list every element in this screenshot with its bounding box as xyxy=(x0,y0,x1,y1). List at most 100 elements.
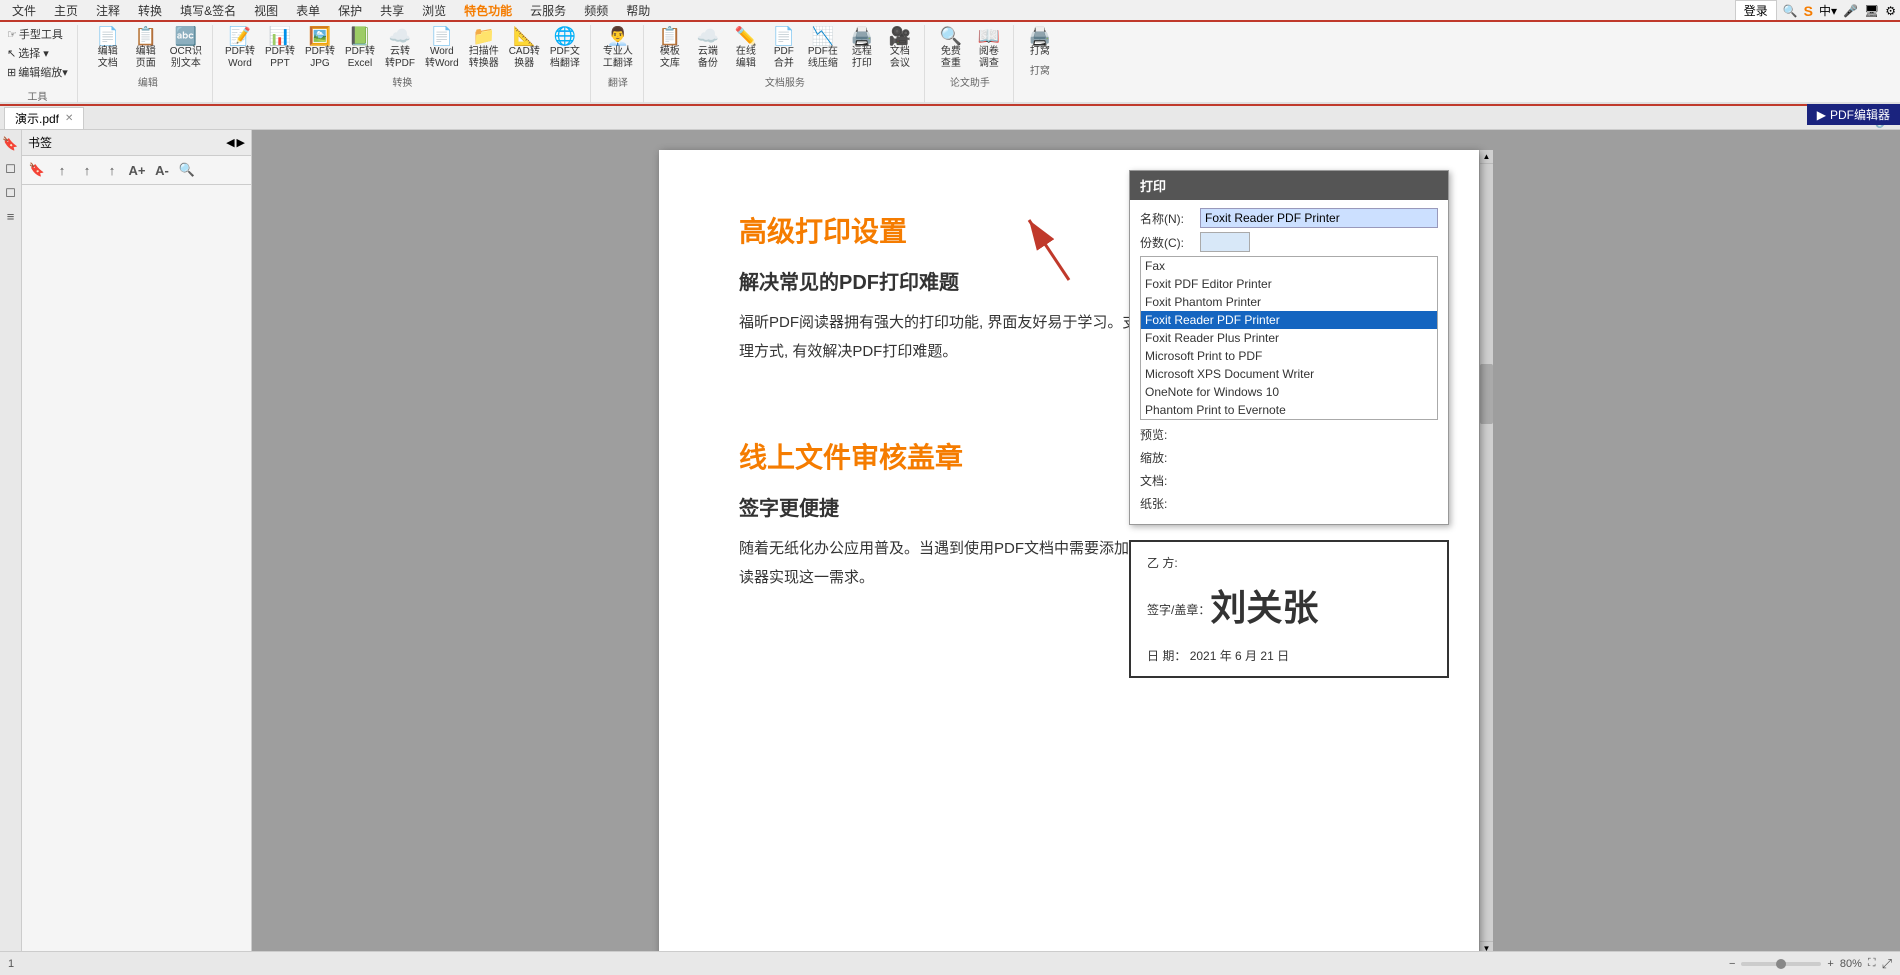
printer-option-ms-xps[interactable]: Microsoft XPS Document Writer xyxy=(1141,365,1437,383)
select-tool-label: 选择 ▾ xyxy=(18,45,49,61)
menu-share[interactable]: 共享 xyxy=(372,0,412,21)
survey-btn[interactable]: 📖 阅卷调查 xyxy=(971,25,1007,72)
pdf-to-jpg-btn[interactable]: 🖼️ PDF转JPG xyxy=(301,25,339,72)
cad-icon: 📐 xyxy=(513,27,535,45)
sidebar-content xyxy=(22,185,251,975)
printer-option-fax[interactable]: Fax xyxy=(1141,257,1437,275)
menu-view[interactable]: 视图 xyxy=(246,0,286,21)
edit-doc-btn[interactable]: 📄 编辑文档 xyxy=(90,25,126,72)
screen-icon[interactable]: 🖥 xyxy=(1864,4,1879,18)
printer-option-editor[interactable]: Foxit PDF Editor Printer xyxy=(1141,275,1437,293)
zoom-tool-btn[interactable]: ⊞ 编辑缩放▾ xyxy=(4,63,71,81)
font-decrease-btn[interactable]: A- xyxy=(151,159,173,181)
hand-tool-btn[interactable]: ☞ 手型工具 xyxy=(4,25,71,43)
print-btn[interactable]: 🖨️ 打窝 xyxy=(1022,25,1058,60)
sidebar-icon-bookmark[interactable]: 🔖 xyxy=(1,134,21,154)
bookmark-list3-btn[interactable]: ↑ xyxy=(101,159,123,181)
font-increase-btn[interactable]: A+ xyxy=(126,159,148,181)
search-icon[interactable]: 🔍 xyxy=(1783,4,1798,18)
pdf-scrollbar[interactable]: ▲ ▼ xyxy=(1479,150,1493,955)
print-name-value xyxy=(1200,208,1438,228)
ocr-btn[interactable]: 🔤 OCR识别文本 xyxy=(166,25,206,72)
pdf-to-ppt-btn[interactable]: 📊 PDF转PPT xyxy=(261,25,299,72)
menu-cloud[interactable]: 云服务 xyxy=(522,0,574,21)
print-dialog-title: 打印 xyxy=(1130,171,1448,200)
remote-print-btn[interactable]: 🖨️ 远程打印 xyxy=(844,25,880,72)
menu-file[interactable]: 文件 xyxy=(4,0,44,21)
pdf-editor-button[interactable]: ▶ PDF编辑器 xyxy=(1807,104,1900,125)
template-library-btn[interactable]: 📋 模板文库 xyxy=(652,25,688,72)
cloud-backup-btn[interactable]: ☁️ 云端备份 xyxy=(690,25,726,72)
pdf-merge-btn[interactable]: 📄 PDF合并 xyxy=(766,25,802,72)
menu-special[interactable]: 特色功能 xyxy=(456,0,520,21)
fit-icon[interactable]: ⤢ xyxy=(1882,956,1892,972)
menu-help[interactable]: 帮助 xyxy=(618,0,658,21)
pdf-to-word-btn[interactable]: 📝 PDF转Word xyxy=(221,25,259,72)
scan-converter-btn[interactable]: 📁 扫描件转换器 xyxy=(465,25,503,72)
printer-option-reader[interactable]: Foxit Reader PDF Printer xyxy=(1141,311,1437,329)
printer-option-ms-pdf[interactable]: Microsoft Print to PDF xyxy=(1141,347,1437,365)
scrollbar-thumb[interactable] xyxy=(1480,364,1493,424)
ribbon-group-edit: 📄 编辑文档 📋 编辑页面 🔤 OCR识别文本 编辑 xyxy=(84,25,213,103)
ribbon-group-paper: 🔍 免费查重 📖 阅卷调查 论文助手 xyxy=(927,25,1014,103)
human-translate-btn[interactable]: 👨‍💼 专业人工翻译 xyxy=(599,25,637,72)
pdf-jpg-icon: 🖼️ xyxy=(309,27,331,45)
bookmark-list2-btn[interactable]: ↑ xyxy=(76,159,98,181)
sidebar-prev-btn[interactable]: ◀ xyxy=(226,136,234,149)
printer-option-evernote[interactable]: Phantom Print to Evernote xyxy=(1141,401,1437,419)
sidebar-icon-2[interactable]: ◻ xyxy=(1,182,21,202)
printer-option-phantom[interactable]: Foxit Phantom Printer xyxy=(1141,293,1437,311)
doc-meeting-btn[interactable]: 🎥 文档会议 xyxy=(882,25,918,72)
scrollbar-up-btn[interactable]: ▲ xyxy=(1480,150,1493,164)
cad-label: CAD转换器 xyxy=(509,46,540,70)
sidebar-next-btn[interactable]: ▶ xyxy=(237,136,245,149)
bookmark-list-btn[interactable]: ↑ xyxy=(51,159,73,181)
word-to-word-btn[interactable]: 📄 Word转Word xyxy=(421,25,463,72)
pdf-tab[interactable]: 演示.pdf ✕ xyxy=(4,107,84,129)
print-label: 打窝 xyxy=(1030,46,1050,58)
pdf-area[interactable]: 高级打印设置 解决常见的PDF打印难题 福昕PDF阅读器拥有强大的打印功能, 界… xyxy=(252,130,1900,975)
menu-form[interactable]: 表单 xyxy=(288,0,328,21)
menu-home[interactable]: 主页 xyxy=(46,0,86,21)
fullscreen-icon[interactable]: ⛶ xyxy=(1868,957,1876,970)
free-check-btn[interactable]: 🔍 免费查重 xyxy=(933,25,969,72)
bookmark-add-btn[interactable]: 🔖 xyxy=(26,159,48,181)
sogou-icon[interactable]: S xyxy=(1804,3,1813,19)
cloud-convert-btn[interactable]: ☁️ 云转转PDF xyxy=(381,25,419,72)
edit-page-btn[interactable]: 📋 编辑页面 xyxy=(128,25,164,72)
menu-sign[interactable]: 填写&签名 xyxy=(172,0,244,21)
menu-freq[interactable]: 频频 xyxy=(576,0,616,21)
zoom-out-icon[interactable]: − xyxy=(1729,958,1735,970)
print-name-input[interactable] xyxy=(1200,208,1438,228)
zoom-slider[interactable] xyxy=(1741,962,1821,966)
lang-icon[interactable]: 中▾ xyxy=(1819,2,1837,19)
printer-option-onenote[interactable]: OneNote for Windows 10 xyxy=(1141,383,1437,401)
printer-option-reader-plus[interactable]: Foxit Reader Plus Printer xyxy=(1141,329,1437,347)
gear-icon[interactable]: ⚙ xyxy=(1885,4,1896,18)
print-icon: 🖨️ xyxy=(1029,27,1051,45)
menu-convert[interactable]: 转换 xyxy=(130,0,170,21)
zoom-level: 80% xyxy=(1840,958,1862,970)
online-edit-icon: ✏️ xyxy=(735,27,757,45)
select-tool-btn[interactable]: ↖ 选择 ▾ xyxy=(4,44,71,62)
sidebar-icon-3[interactable]: ≡ xyxy=(1,206,21,226)
mic-icon[interactable]: 🎤 xyxy=(1843,4,1858,18)
word-to-word-icon: 📄 xyxy=(431,27,453,45)
menu-browse[interactable]: 浏览 xyxy=(414,0,454,21)
sidebar-icon-1[interactable]: ◻ xyxy=(1,158,21,178)
bookmark-search-btn[interactable]: 🔍 xyxy=(176,159,198,181)
cad-converter-btn[interactable]: 📐 CAD转换器 xyxy=(505,25,544,72)
pdf-to-excel-btn[interactable]: 📗 PDF转Excel xyxy=(341,25,379,72)
login-button[interactable]: 登录 xyxy=(1735,0,1777,21)
menu-annotation[interactable]: 注释 xyxy=(88,0,128,21)
pdf-translate-btn[interactable]: 🌐 PDF文档翻译 xyxy=(546,25,584,72)
ribbon-group-translate: 👨‍💼 专业人工翻译 翻译 xyxy=(593,25,644,103)
translate-group-label: 翻译 xyxy=(608,74,628,89)
tab-close-btn[interactable]: ✕ xyxy=(65,113,73,124)
zoom-in-icon[interactable]: + xyxy=(1827,958,1833,970)
convert-group-label: 转换 xyxy=(392,74,412,89)
online-edit-btn[interactable]: ✏️ 在线编辑 xyxy=(728,25,764,72)
menu-protect[interactable]: 保护 xyxy=(330,0,370,21)
pdf-compress-btn[interactable]: 📉 PDF在线压缩 xyxy=(804,25,842,72)
print-copies-input[interactable] xyxy=(1200,232,1250,252)
